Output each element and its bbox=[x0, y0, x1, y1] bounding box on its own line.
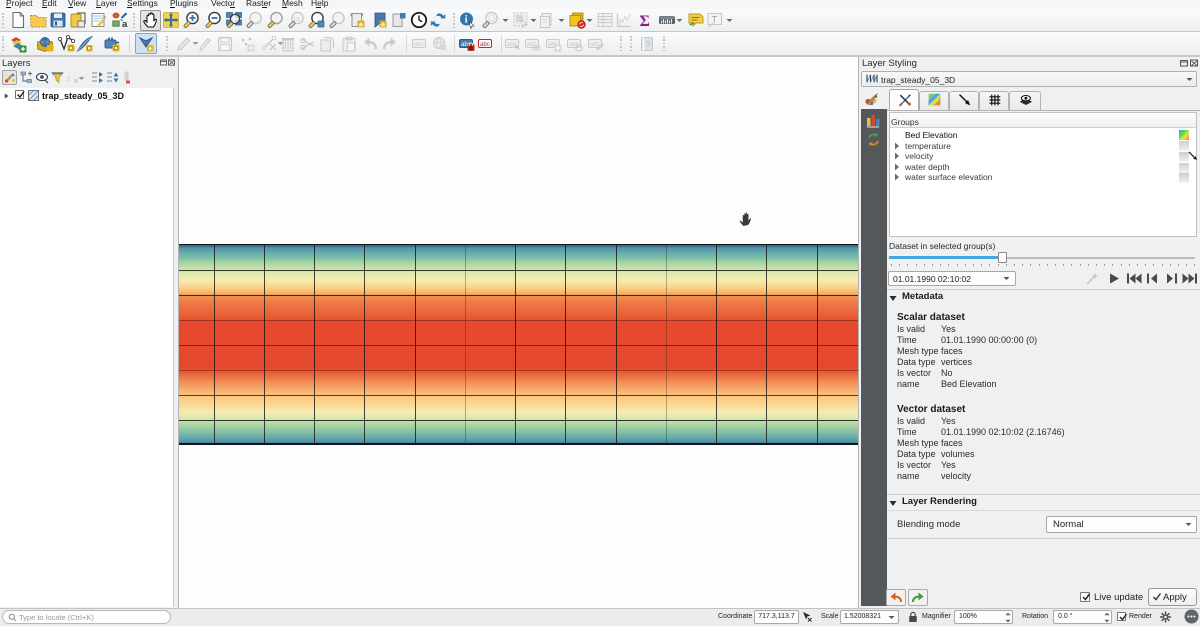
svg-text:a: a bbox=[122, 19, 128, 30]
svg-text:ε: ε bbox=[67, 73, 71, 84]
svg-text:1:1: 1:1 bbox=[293, 17, 300, 23]
svg-text:abc: abc bbox=[527, 42, 537, 48]
svg-text:abc: abc bbox=[414, 42, 424, 48]
svg-text:i: i bbox=[465, 15, 468, 26]
svg-text:Σ: Σ bbox=[640, 13, 650, 30]
svg-text:abc: abc bbox=[480, 42, 490, 48]
svg-text:?: ? bbox=[646, 39, 651, 49]
